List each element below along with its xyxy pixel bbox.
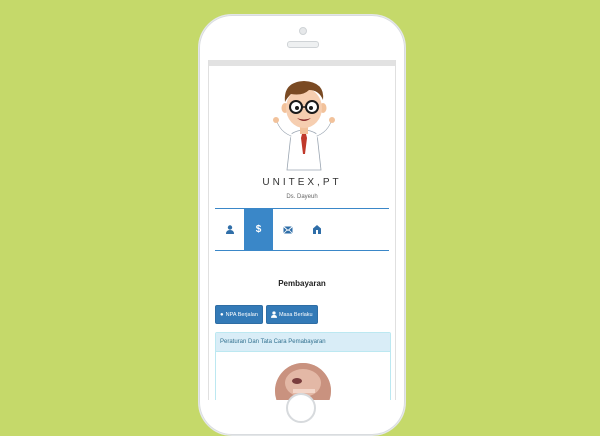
app-screen: UNITEX,PT Ds. Dayeuh $ Pembayaran ● NPA …	[208, 60, 396, 400]
company-name: UNITEX,PT	[262, 177, 342, 188]
home-icon	[312, 225, 321, 234]
company-location: Ds. Dayeuh	[286, 194, 318, 200]
tab-home[interactable]	[302, 209, 331, 250]
tab-profile[interactable]	[215, 209, 244, 250]
avatar	[273, 81, 335, 171]
section-title: Pembayaran	[278, 279, 326, 288]
front-camera	[299, 27, 307, 35]
status-bar	[209, 60, 395, 66]
masa-berlaku-button[interactable]: Masa Berlaku	[265, 305, 318, 324]
envelope-icon	[282, 225, 293, 234]
masa-berlaku-label: Masa Berlaku	[278, 311, 313, 318]
npa-berjalan-label: NPA Berjalan	[225, 311, 258, 318]
tab-bar: $	[215, 208, 389, 251]
tint-icon: ●	[220, 311, 224, 318]
user-icon	[225, 225, 234, 234]
tab-messages[interactable]	[273, 209, 302, 250]
rules-panel: Peraturan Dan Tata Cara Pemabayaran	[215, 332, 391, 400]
npa-berjalan-button[interactable]: ● NPA Berjalan	[215, 305, 263, 324]
payment-actions: ● NPA Berjalan Masa Berlaku	[215, 305, 318, 324]
dollar-icon: $	[255, 224, 262, 235]
tab-payment[interactable]: $	[244, 209, 273, 250]
rules-panel-heading[interactable]: Peraturan Dan Tata Cara Pemabayaran	[216, 333, 390, 352]
phone-speaker	[287, 41, 319, 48]
home-button[interactable]	[286, 393, 316, 423]
user-icon	[270, 311, 277, 318]
